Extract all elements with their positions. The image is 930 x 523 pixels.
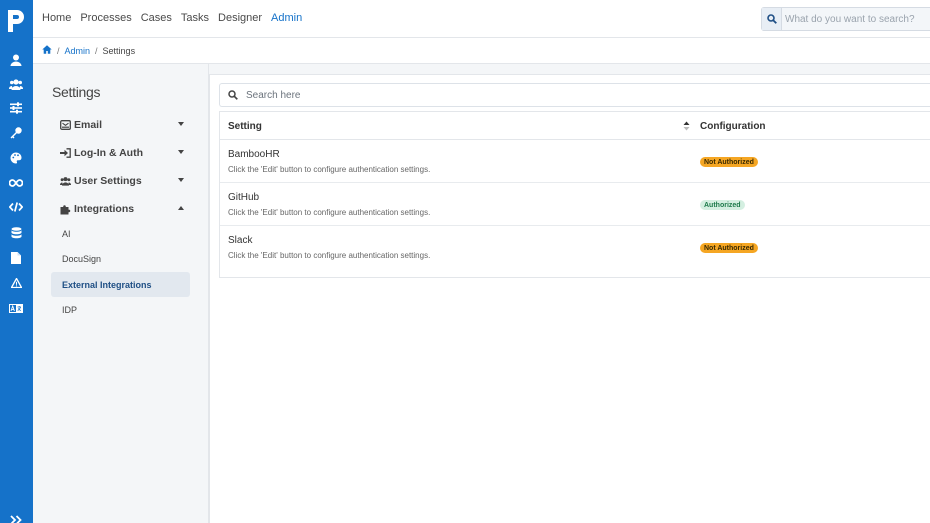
main-content: Setting Configuration BambooHR Click the…: [209, 64, 930, 523]
palette-icon[interactable]: [8, 150, 24, 166]
sort-icon[interactable]: [683, 121, 690, 131]
breadcrumb: / Admin / Settings: [33, 38, 930, 64]
chevron-down-icon: [178, 122, 184, 126]
settings-subitem-external-integrations[interactable]: External Integrations: [51, 272, 190, 297]
users-icon: [60, 176, 71, 187]
nav-home[interactable]: Home: [42, 12, 71, 24]
home-icon[interactable]: [42, 45, 52, 56]
column-header-configuration: Configuration: [700, 121, 766, 132]
table-row[interactable]: GitHub Click the 'Edit' button to config…: [220, 183, 930, 226]
top-navigation: Home Processes Cases Tasks Designer Admi…: [33, 0, 930, 38]
key-icon[interactable]: [8, 125, 24, 141]
file-icon[interactable]: [8, 250, 24, 266]
settings-group-label: User Settings: [74, 175, 142, 187]
search-icon[interactable]: [762, 8, 782, 30]
database-icon[interactable]: [8, 225, 24, 241]
settings-sidebar: Settings Email Log-In & Auth User Settin…: [33, 64, 209, 523]
breadcrumb-separator: /: [95, 45, 98, 56]
settings-subitem-idp[interactable]: IDP: [51, 297, 190, 322]
status-badge: Authorized: [700, 200, 745, 210]
integration-description: Click the 'Edit' button to configure aut…: [228, 208, 431, 217]
nav-admin[interactable]: Admin: [271, 12, 302, 24]
left-rail: [0, 0, 33, 523]
settings-search-input[interactable]: [246, 89, 906, 101]
translate-icon[interactable]: [8, 300, 24, 316]
integration-name: BambooHR: [228, 149, 280, 160]
settings-search: [219, 83, 930, 107]
settings-group-integrations[interactable]: Integrations: [60, 203, 184, 215]
integration-description: Click the 'Edit' button to configure aut…: [228, 165, 431, 174]
user-icon[interactable]: [8, 52, 24, 68]
nav-cases[interactable]: Cases: [141, 12, 172, 24]
expand-icon[interactable]: [8, 512, 24, 523]
sliders-icon[interactable]: [8, 100, 24, 116]
status-badge: Not Authorized: [700, 157, 758, 167]
chevron-down-icon: [178, 150, 184, 154]
settings-group-label: Log-In & Auth: [74, 147, 144, 159]
integration-description: Click the 'Edit' button to configure aut…: [228, 251, 431, 260]
warning-icon[interactable]: [8, 275, 24, 291]
chevron-down-icon: [178, 178, 184, 182]
nav-designer[interactable]: Designer: [218, 12, 262, 24]
nav-tasks[interactable]: Tasks: [181, 12, 209, 24]
settings-group-email[interactable]: Email: [60, 119, 184, 131]
settings-table: Setting Configuration BambooHR Click the…: [219, 111, 930, 278]
integration-name: Slack: [228, 235, 253, 246]
breadcrumb-settings: Settings: [102, 45, 136, 56]
breadcrumb-admin[interactable]: Admin: [65, 46, 91, 56]
table-row[interactable]: Slack Click the 'Edit' button to configu…: [220, 226, 930, 277]
chevron-up-icon: [178, 206, 184, 210]
settings-subitem-ai[interactable]: AI: [51, 221, 190, 246]
nav-processes[interactable]: Processes: [80, 12, 131, 24]
global-search-input[interactable]: [782, 13, 930, 25]
envelope-icon: [60, 120, 71, 131]
integrations-card: Setting Configuration BambooHR Click the…: [209, 74, 930, 523]
settings-group-label: Email: [74, 119, 103, 131]
puzzle-icon: [60, 204, 71, 215]
users-icon[interactable]: [8, 76, 24, 92]
global-search: [761, 7, 930, 31]
settings-subitem-docusign[interactable]: DocuSign: [51, 246, 190, 271]
settings-group-label: Integrations: [74, 203, 135, 215]
status-badge: Not Authorized: [700, 243, 758, 253]
settings-group-user-settings[interactable]: User Settings: [60, 175, 184, 187]
infinity-icon[interactable]: [8, 175, 24, 191]
column-header-setting[interactable]: Setting: [228, 121, 262, 132]
code-icon[interactable]: [8, 199, 24, 215]
settings-group-login-auth[interactable]: Log-In & Auth: [60, 147, 184, 159]
table-row[interactable]: BambooHR Click the 'Edit' button to conf…: [220, 140, 930, 183]
sign-in-icon: [60, 148, 71, 159]
app-logo[interactable]: [5, 8, 27, 34]
page-title: Settings: [52, 84, 101, 100]
integration-name: GitHub: [228, 192, 260, 203]
table-header: Setting Configuration: [220, 112, 930, 140]
breadcrumb-separator: /: [57, 45, 60, 56]
search-icon: [220, 90, 246, 100]
